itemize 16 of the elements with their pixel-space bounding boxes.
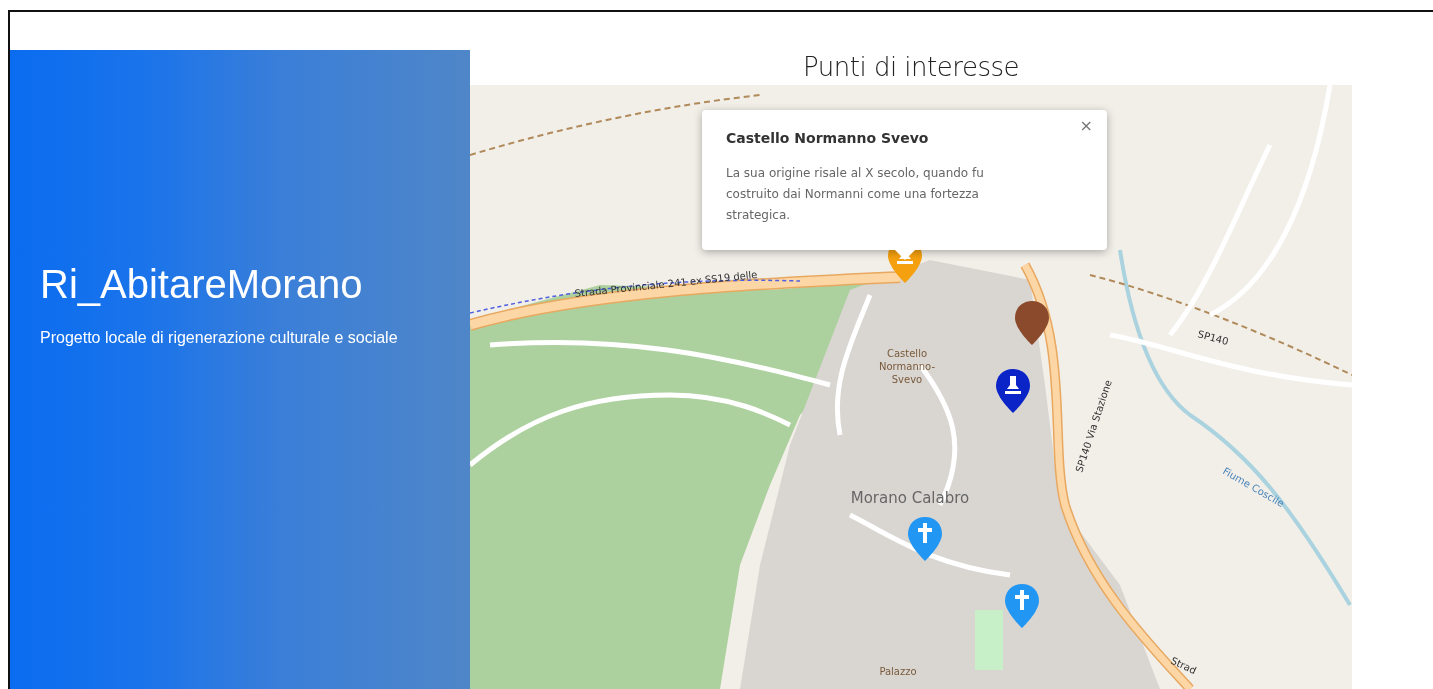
map-label: Strad [1169,654,1199,677]
map-label: Strada Provinciale 241 ex SS19 delle [574,268,758,299]
map-label: Castello Normanno- Svevo [879,348,935,385]
map-marker-icon[interactable] [996,369,1030,413]
map-marker-icon[interactable] [1015,301,1049,345]
popup-title: Castello Normanno Svevo [726,130,930,147]
map-label: Morano Calabro [850,489,970,507]
close-button[interactable]: × [1075,114,1097,138]
map-marker-icon[interactable] [1005,584,1039,628]
map-label: SP140 [1196,328,1230,348]
popup-text: La sua origine risale al X secolo, quando fu costruito dai Normanni come una fortezza strategica. [726,164,985,224]
map-label: Palazzo [879,666,917,677]
section-title: Punti di interesse [802,51,1020,84]
map-marker-icon[interactable] [908,517,942,561]
hero-title: Ri_AbitareMorano [40,261,364,308]
hero-subtitle: Progetto locale di rigenerazione culturale e sociale [40,328,399,348]
